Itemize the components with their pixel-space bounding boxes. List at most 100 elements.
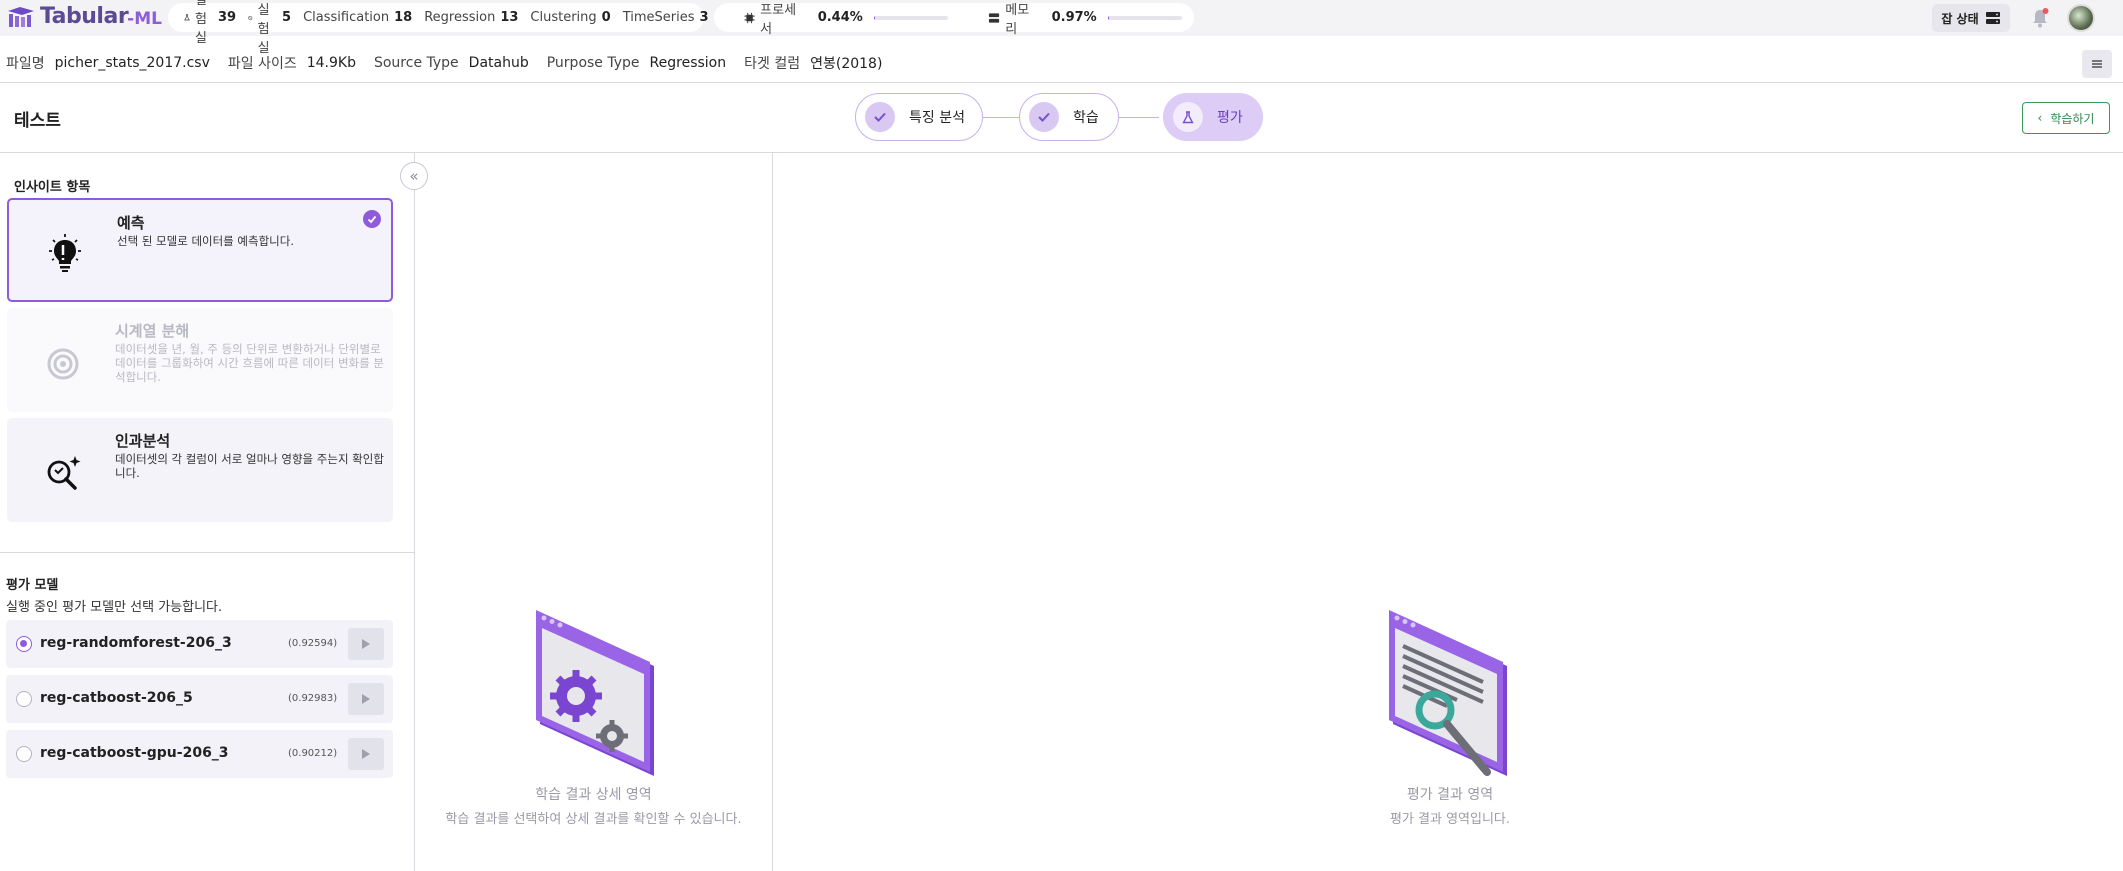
user-avatar[interactable] bbox=[2067, 4, 2095, 32]
flask-icon bbox=[1173, 102, 1203, 132]
insight-card-desc: 선택 된 모델로 데이터를 예측합니다. bbox=[117, 234, 294, 248]
insight-card-causal-analysis[interactable]: 인과분석 데이터셋의 각 컬럼이 서로 얼마나 영향을 주는지 확인합니다. bbox=[7, 418, 393, 522]
regression-label: Regression bbox=[424, 10, 496, 25]
logo-text: Tabular bbox=[40, 4, 129, 29]
purpose-type-key: Purpose Type bbox=[546, 55, 640, 71]
regression-count: 13 bbox=[500, 10, 519, 25]
run-model-button[interactable] bbox=[348, 628, 384, 660]
insights-section-title: 인사이트 항목 bbox=[14, 180, 91, 195]
model-row[interactable]: reg-catboost-206_5 (0.92983) bbox=[6, 675, 393, 723]
timeseries-count: 3 bbox=[699, 10, 709, 25]
experiments-label: 실험실 bbox=[195, 0, 207, 46]
cpu-usage-fill bbox=[873, 15, 875, 20]
model-score: (0.92983) bbox=[288, 693, 338, 704]
experiments-stat[interactable]: 실험실 39 bbox=[184, 0, 236, 46]
insight-card-desc: 데이터셋의 각 컬럼이 서로 얼마나 영향을 주는지 확인합니다. bbox=[115, 452, 384, 480]
selected-check-icon bbox=[363, 210, 381, 228]
model-row[interactable]: reg-catboost-gpu-206_3 (0.90212) bbox=[6, 730, 393, 778]
job-status-button[interactable]: 잡 상태 bbox=[1932, 4, 2010, 32]
step-label: 특징 분석 bbox=[909, 110, 965, 126]
file-name-value: picher_stats_2017.csv bbox=[54, 55, 210, 71]
step-connector bbox=[1119, 117, 1159, 118]
step-label: 평가 bbox=[1217, 110, 1243, 126]
lightbulb-icon bbox=[49, 234, 81, 272]
cpu-value: 0.44% bbox=[817, 10, 863, 25]
play-icon bbox=[362, 694, 370, 704]
resource-usage: 프로세서 0.44% 메모리 0.97% bbox=[714, 3, 1194, 37]
top-bar: Tabular -ML 실험실 39 빈 실험실 5 Classificatio… bbox=[0, 0, 2123, 56]
classification-stat[interactable]: Classification 18 bbox=[303, 10, 412, 25]
model-name: reg-catboost-gpu-206_3 bbox=[40, 745, 229, 761]
clustering-stat[interactable]: Clustering 0 bbox=[530, 10, 610, 25]
target-column-key: 타겟 컬럼 bbox=[744, 56, 801, 72]
server-icon bbox=[1985, 12, 2000, 24]
insight-card-title: 시계열 분해 bbox=[115, 322, 190, 340]
menu-button[interactable] bbox=[2082, 50, 2112, 78]
cpu-usage: 프로세서 0.44% bbox=[744, 0, 949, 37]
empty-experiments-count: 5 bbox=[282, 10, 292, 25]
experiments-count: 39 bbox=[217, 10, 237, 25]
double-chevron-left-icon: « bbox=[409, 167, 419, 185]
flask-icon bbox=[184, 14, 190, 21]
cpu-usage-bar bbox=[873, 15, 949, 20]
file-name-key: 파일명 bbox=[6, 56, 45, 72]
timeseries-stat[interactable]: TimeSeries 3 bbox=[623, 10, 709, 25]
models-section-subtitle: 실행 중인 평가 모델만 선택 가능합니다. bbox=[6, 600, 223, 615]
play-icon bbox=[362, 639, 370, 649]
model-radio[interactable] bbox=[16, 746, 32, 762]
check-icon bbox=[1029, 102, 1059, 132]
page-title: 테스트 bbox=[14, 111, 61, 131]
clustering-label: Clustering bbox=[530, 10, 597, 25]
evaluation-placeholder-illustration bbox=[1389, 610, 1507, 776]
insight-card-prediction[interactable]: 예측 선택 된 모델로 데이터를 예측합니다. bbox=[7, 198, 393, 302]
source-type-value: Datahub bbox=[468, 55, 529, 71]
ban-icon bbox=[248, 15, 253, 20]
notification-bell-icon[interactable] bbox=[2030, 7, 2050, 29]
experiment-stats: 실험실 39 빈 실험실 5 Classification 18 Regress… bbox=[168, 0, 709, 56]
memory-usage-bar bbox=[1107, 15, 1182, 20]
dataset-info-bar: 파일명 picher_stats_2017.csv 파일 사이즈 14.9Kb … bbox=[0, 44, 2123, 82]
memory-usage-fill bbox=[1107, 15, 1109, 20]
file-size-key: 파일 사이즈 bbox=[227, 56, 297, 72]
model-radio[interactable] bbox=[16, 691, 32, 707]
back-to-training-button[interactable]: ‹ 학습하기 bbox=[2022, 102, 2110, 134]
model-radio[interactable] bbox=[16, 636, 32, 652]
training-placeholder-illustration bbox=[536, 610, 654, 776]
purpose-type-value: Regression bbox=[649, 55, 727, 71]
model-name: reg-catboost-206_5 bbox=[40, 690, 193, 706]
run-model-button[interactable] bbox=[348, 683, 384, 715]
timeseries-label: TimeSeries bbox=[622, 10, 695, 25]
model-score: (0.90212) bbox=[288, 748, 338, 759]
model-name: reg-randomforest-206_3 bbox=[40, 635, 232, 651]
regression-stat[interactable]: Regression 13 bbox=[424, 10, 518, 25]
cpu-icon bbox=[744, 12, 755, 23]
magnifier-sparkle-icon bbox=[47, 456, 81, 490]
step-evaluation[interactable]: 평가 bbox=[1163, 93, 1263, 141]
cpu-label: 프로세서 bbox=[760, 2, 797, 37]
job-status-label: 잡 상태 bbox=[1941, 11, 1979, 26]
memory-value: 0.97% bbox=[1051, 10, 1097, 25]
check-icon bbox=[865, 102, 895, 132]
collapse-panel-button[interactable]: « bbox=[400, 162, 428, 190]
panel-divider bbox=[414, 153, 415, 871]
models-section-title: 평가 모델 bbox=[6, 578, 59, 593]
training-detail-subtitle: 학습 결과를 선택하여 상세 결과를 확인할 수 있습니다. bbox=[445, 812, 742, 827]
training-detail-title: 학습 결과 상세 영역 bbox=[535, 787, 652, 803]
divider bbox=[0, 82, 2123, 83]
step-label: 학습 bbox=[1073, 110, 1099, 126]
memory-icon bbox=[989, 12, 1000, 23]
app-logo[interactable]: Tabular -ML bbox=[6, 4, 162, 29]
model-row[interactable]: reg-randomforest-206_3 (0.92594) bbox=[6, 620, 393, 668]
chevron-left-icon: ‹ bbox=[2037, 111, 2043, 125]
evaluation-result-title: 평가 결과 영역 bbox=[1406, 787, 1494, 803]
hamburger-icon bbox=[2092, 60, 2102, 68]
step-training[interactable]: 학습 bbox=[1019, 93, 1119, 141]
insight-card-title: 예측 bbox=[117, 214, 145, 232]
classification-label: Classification bbox=[303, 10, 390, 25]
play-icon bbox=[362, 749, 370, 759]
step-feature-analysis[interactable]: 특징 분석 bbox=[855, 93, 983, 141]
clustering-count: 0 bbox=[601, 10, 611, 25]
memory-usage: 메모리 0.97% bbox=[988, 0, 1182, 37]
run-model-button[interactable] bbox=[348, 738, 384, 770]
insight-card-timeseries-decomposition: 시계열 분해 데이터셋을 년, 월, 주 등의 단위로 변환하거나 단위별로 데… bbox=[7, 308, 393, 412]
